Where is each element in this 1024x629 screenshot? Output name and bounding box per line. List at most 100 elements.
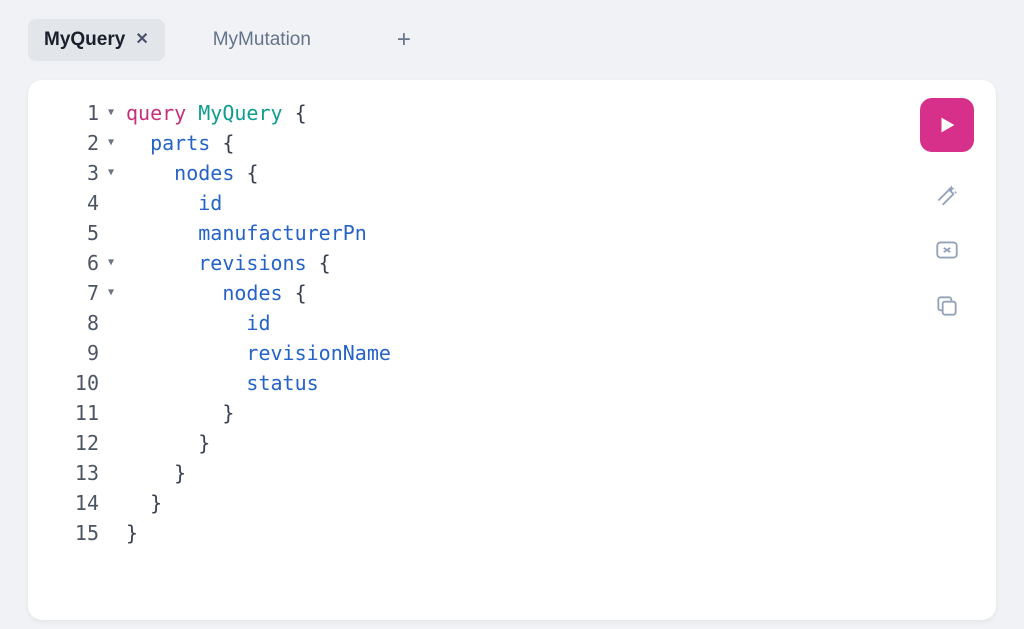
- token-sp: [283, 101, 295, 125]
- token-punc: }: [126, 521, 138, 545]
- token-sp: [283, 281, 295, 305]
- token-punc: {: [295, 101, 307, 125]
- clear-icon[interactable]: [933, 236, 961, 264]
- line-number: 7: [75, 278, 99, 308]
- token-punc: {: [222, 131, 234, 155]
- fold-toggle-icon[interactable]: ▼: [102, 128, 114, 158]
- gutter-line: 11: [28, 398, 114, 428]
- token-punc: {: [319, 251, 331, 275]
- token-sp: [126, 251, 198, 275]
- gutter-line: 12: [28, 428, 114, 458]
- line-number: 5: [75, 218, 99, 248]
- line-number: 1: [75, 98, 99, 128]
- code-line[interactable]: }: [126, 458, 391, 488]
- code-line[interactable]: id: [126, 308, 391, 338]
- gutter-line: 6▼: [28, 248, 114, 278]
- line-number: 3: [75, 158, 99, 188]
- token-sp: [126, 131, 150, 155]
- gutter-line: 3▼: [28, 158, 114, 188]
- tabs-bar: MyQuery ✕ MyMutation +: [0, 0, 1024, 72]
- add-tab-button[interactable]: +: [385, 20, 423, 60]
- line-number: 13: [75, 458, 99, 488]
- editor-panel: 1▼2▼3▼456▼7▼89101112131415 query MyQuery…: [28, 80, 996, 620]
- token-field: id: [246, 311, 270, 335]
- fold-toggle-icon[interactable]: ▼: [102, 248, 114, 278]
- token-sp: [126, 431, 198, 455]
- line-number: 6: [75, 248, 99, 278]
- token-sp: [186, 101, 198, 125]
- code-line[interactable]: revisions {: [126, 248, 391, 278]
- token-sp: [126, 341, 246, 365]
- copy-icon[interactable]: [933, 292, 961, 320]
- token-punc: }: [150, 491, 162, 515]
- code-lines[interactable]: query MyQuery { parts { nodes { id manuf…: [120, 98, 391, 548]
- code-line[interactable]: parts {: [126, 128, 391, 158]
- token-punc: }: [198, 431, 210, 455]
- line-number: 14: [75, 488, 99, 518]
- token-field: status: [246, 371, 318, 395]
- token-field: revisionName: [246, 341, 391, 365]
- token-sp: [210, 131, 222, 155]
- token-sp: [126, 491, 150, 515]
- token-name: MyQuery: [198, 101, 282, 125]
- token-punc: }: [222, 401, 234, 425]
- token-sp: [126, 281, 222, 305]
- token-sp: [126, 311, 246, 335]
- token-field: manufacturerPn: [198, 221, 367, 245]
- code-line[interactable]: }: [126, 428, 391, 458]
- code-line[interactable]: status: [126, 368, 391, 398]
- token-punc: }: [174, 461, 186, 485]
- code-line[interactable]: query MyQuery {: [126, 98, 391, 128]
- token-sp: [126, 191, 198, 215]
- code-line[interactable]: nodes {: [126, 158, 391, 188]
- fold-toggle-icon[interactable]: ▼: [102, 158, 114, 188]
- code-line[interactable]: }: [126, 398, 391, 428]
- code-line[interactable]: revisionName: [126, 338, 391, 368]
- code-line[interactable]: nodes {: [126, 278, 391, 308]
- close-icon[interactable]: ✕: [135, 32, 148, 48]
- token-field: nodes: [174, 161, 234, 185]
- token-field: revisions: [198, 251, 306, 275]
- token-field: parts: [150, 131, 210, 155]
- prettify-icon[interactable]: [933, 180, 961, 208]
- run-button[interactable]: [920, 98, 974, 152]
- gutter-line: 14: [28, 488, 114, 518]
- gutter-line: 7▼: [28, 278, 114, 308]
- gutter-line: 9: [28, 338, 114, 368]
- code-line[interactable]: }: [126, 488, 391, 518]
- gutter-line: 8: [28, 308, 114, 338]
- gutter-line: 13: [28, 458, 114, 488]
- line-number: 10: [75, 368, 99, 398]
- token-sp: [126, 401, 222, 425]
- token-field: nodes: [222, 281, 282, 305]
- line-number: 11: [75, 398, 99, 428]
- code-line[interactable]: id: [126, 188, 391, 218]
- token-sp: [234, 161, 246, 185]
- play-icon: [936, 114, 958, 136]
- line-number: 2: [75, 128, 99, 158]
- line-number: 12: [75, 428, 99, 458]
- gutter-line: 4: [28, 188, 114, 218]
- token-sp: [126, 221, 198, 245]
- token-punc: {: [295, 281, 307, 305]
- fold-toggle-icon[interactable]: ▼: [102, 278, 114, 308]
- code-line[interactable]: manufacturerPn: [126, 218, 391, 248]
- line-number: 15: [75, 518, 99, 548]
- gutter-line: 5: [28, 218, 114, 248]
- token-sp: [126, 161, 174, 185]
- tab-myquery[interactable]: MyQuery ✕: [28, 19, 165, 61]
- tab-mymutation[interactable]: MyMutation: [197, 19, 327, 61]
- tab-label: MyQuery: [44, 29, 125, 51]
- tab-label: MyMutation: [213, 29, 311, 51]
- gutter-line: 15: [28, 518, 114, 548]
- fold-toggle-icon[interactable]: ▼: [102, 98, 114, 128]
- line-number: 8: [75, 308, 99, 338]
- line-number: 4: [75, 188, 99, 218]
- token-sp: [126, 371, 246, 395]
- line-number: 9: [75, 338, 99, 368]
- token-field: id: [198, 191, 222, 215]
- token-sp: [126, 461, 174, 485]
- code-line[interactable]: }: [126, 518, 391, 548]
- code-area[interactable]: 1▼2▼3▼456▼7▼89101112131415 query MyQuery…: [28, 98, 996, 548]
- line-gutter: 1▼2▼3▼456▼7▼89101112131415: [28, 98, 120, 548]
